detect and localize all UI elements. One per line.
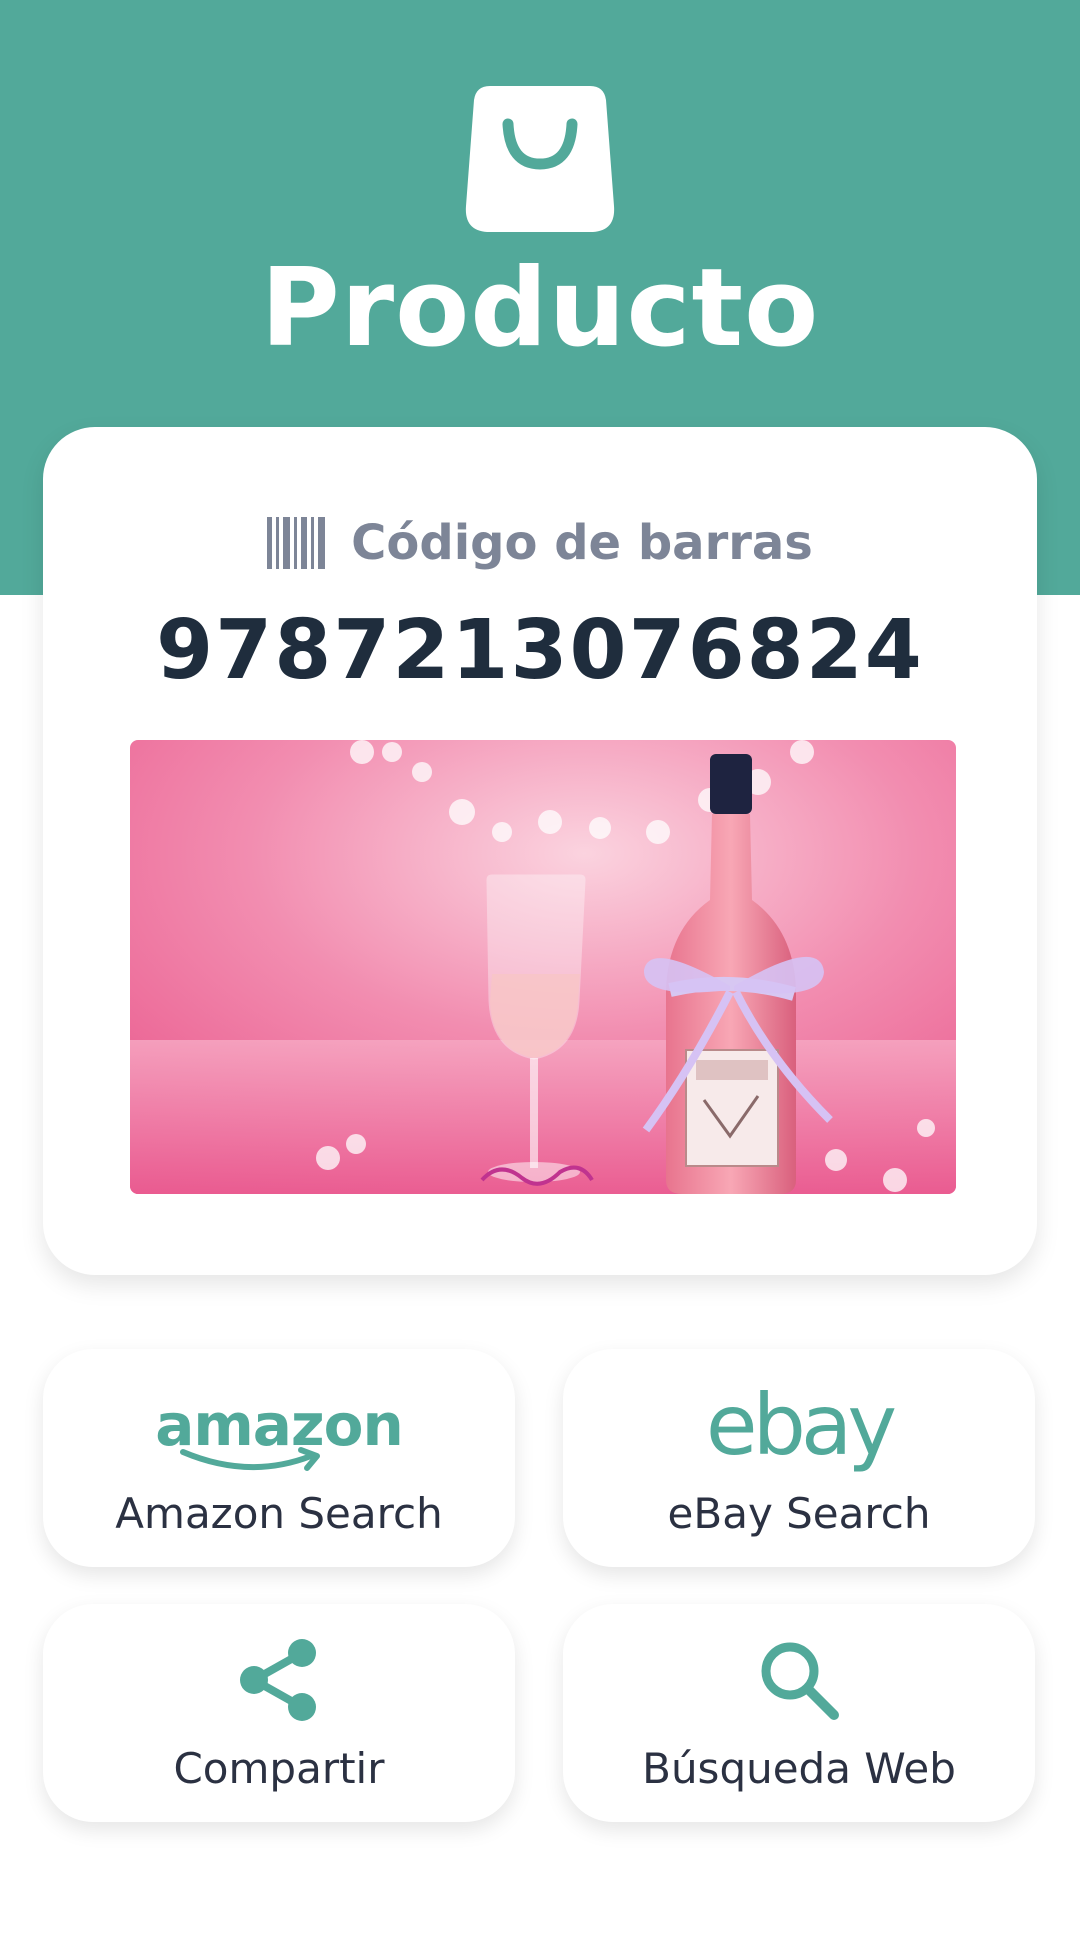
shopping-bag-icon [465,86,615,232]
share-icon [240,1638,316,1721]
page-title: Producto [260,246,820,371]
product-photo [130,740,956,1194]
amazon-logo-icon: amazon [43,1377,515,1472]
barcode-header: Código de barras [43,513,1037,573]
amazon-smile-icon [180,1446,321,1471]
web-search-button[interactable]: Búsqueda Web [563,1604,1035,1822]
barcode-icon [267,517,326,569]
barcode-label: Código de barras [351,515,813,571]
amazon-search-label: Amazon Search [115,1489,443,1538]
ebay-logo-icon: ebay [563,1377,1035,1472]
web-search-label: Búsqueda Web [642,1744,956,1793]
search-icon [761,1642,839,1720]
product-card: Código de barras 9787213076824 [43,427,1037,1275]
share-label: Compartir [173,1744,385,1793]
amazon-search-button[interactable]: amazon Amazon Search [43,1349,515,1567]
ebay-search-button[interactable]: ebay eBay Search [563,1349,1035,1567]
barcode-value: 9787213076824 [156,603,924,698]
share-button[interactable]: Compartir [43,1604,515,1822]
ebay-logo-text: ebay [705,1375,897,1474]
product-image [130,740,956,1194]
ebay-search-label: eBay Search [667,1489,931,1538]
product-screen: Producto Código de barras 9787213076824 [0,0,1080,1944]
